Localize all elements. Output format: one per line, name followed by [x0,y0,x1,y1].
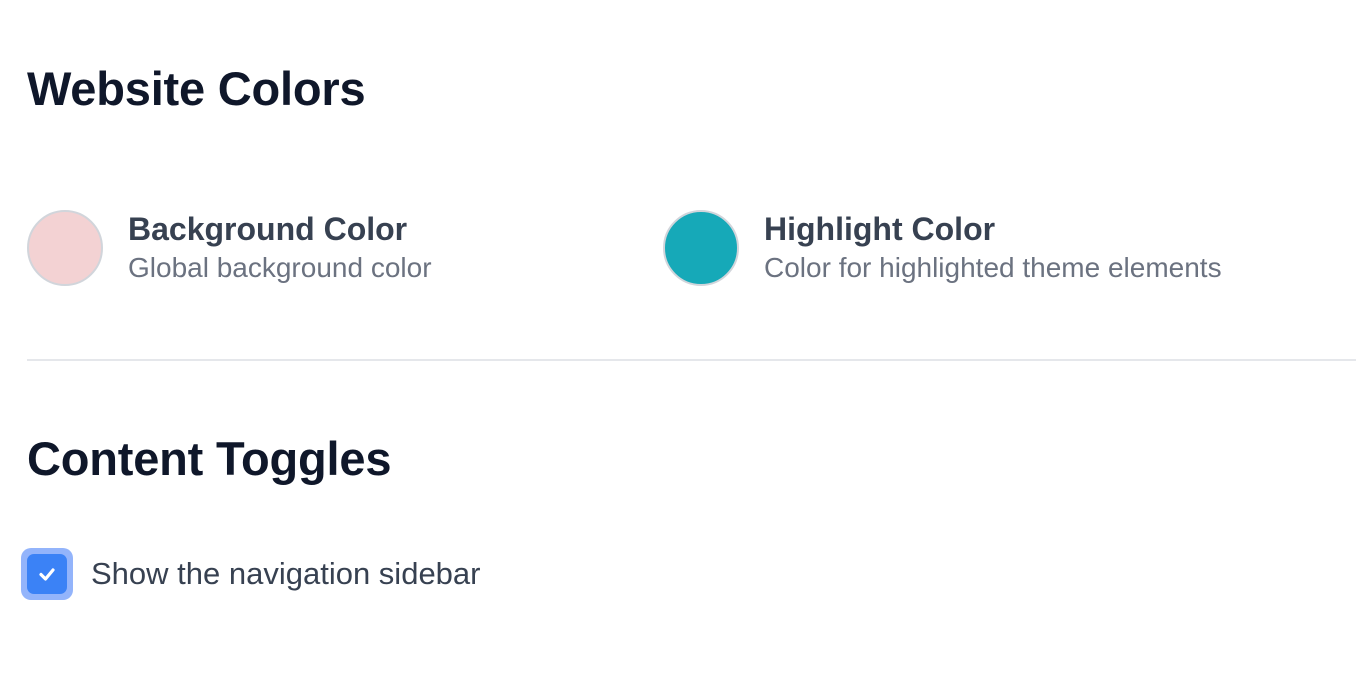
highlight-color-swatch[interactable] [663,210,739,286]
checkbox-fill [27,554,67,594]
background-color-setting: Background Color Global background color [27,208,432,288]
color-settings-row: Background Color Global background color… [27,208,1356,288]
background-color-description: Global background color [128,252,432,283]
highlight-color-text: Highlight Color Color for highlighted th… [764,209,1222,287]
section-divider [27,359,1356,361]
website-colors-heading: Website Colors [27,62,366,115]
background-color-text: Background Color Global background color [128,209,432,287]
settings-page: Website Colors Background Color Global b… [21,0,1356,686]
highlight-color-label: Highlight Color [764,211,996,247]
highlight-color-setting: Highlight Color Color for highlighted th… [663,208,1222,288]
highlight-color-description: Color for highlighted theme elements [764,252,1222,283]
background-color-label: Background Color [128,211,408,247]
navigation-sidebar-label: Show the navigation sidebar [91,556,481,591]
navigation-sidebar-checkbox[interactable] [21,548,73,600]
background-color-swatch[interactable] [27,210,103,286]
content-toggles-heading: Content Toggles [27,432,392,485]
check-icon [39,568,55,581]
navigation-sidebar-toggle[interactable]: Show the navigation sidebar [21,548,480,600]
